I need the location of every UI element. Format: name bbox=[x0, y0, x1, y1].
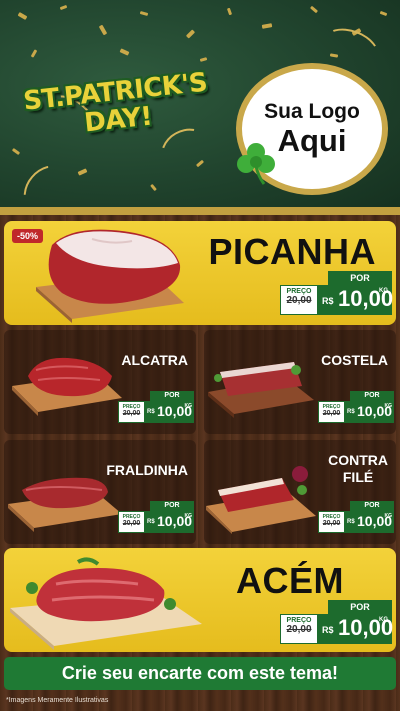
confetti bbox=[199, 57, 208, 62]
price-tag: POR PREÇO 20,00 R$ 10,00 KG bbox=[318, 501, 394, 535]
confetti bbox=[17, 12, 28, 20]
product-card-acem[interactable]: ACÉM POR PREÇO 20,00 R$ 10,00 KG bbox=[4, 548, 396, 652]
price-tag: POR PREÇO 20,00 R$ 10,00 KG bbox=[118, 391, 194, 425]
new-price-box: R$ 10,00 KG bbox=[318, 614, 393, 644]
logo-line1: Sua Logo bbox=[264, 100, 360, 123]
por-label: POR bbox=[350, 391, 394, 401]
confetti bbox=[98, 24, 108, 36]
confetti bbox=[30, 49, 38, 58]
new-price-box: R$ 10,00 KG bbox=[345, 401, 394, 423]
old-price: 20,00 bbox=[122, 410, 141, 417]
confetti bbox=[150, 183, 157, 192]
new-price-box: R$ 10,00 KG bbox=[145, 401, 194, 423]
old-price: 20,00 bbox=[322, 410, 341, 417]
currency: R$ bbox=[347, 519, 355, 525]
unit-label: KG bbox=[184, 513, 193, 519]
product-card-alcatra[interactable]: ALCATRA POR PREÇO 20,00 R$ 10,00 KG bbox=[4, 330, 196, 434]
product-name: COSTELA bbox=[321, 352, 388, 368]
currency: R$ bbox=[347, 409, 355, 415]
confetti bbox=[379, 10, 388, 17]
divider bbox=[0, 207, 400, 215]
unit-label: KG bbox=[379, 288, 388, 294]
costela-image bbox=[208, 362, 314, 418]
unit-label: KG bbox=[384, 403, 393, 409]
header-banner: ST.PATRICK'S DAY! Sua Logo Aqui bbox=[0, 0, 400, 213]
unit-label: KG bbox=[184, 403, 193, 409]
confetti bbox=[185, 29, 196, 39]
product-card-contra-file[interactable]: CONTRA FILÉ POR PREÇO 20,00 R$ 10,00 KG bbox=[204, 440, 396, 544]
shamrock-icon bbox=[237, 143, 275, 185]
confetti bbox=[226, 7, 233, 16]
old-price: 20,00 bbox=[286, 295, 312, 306]
old-price: 20,00 bbox=[286, 624, 312, 635]
confetti bbox=[309, 5, 319, 14]
price-tag: POR PREÇO 20,00 R$ 10,00 KG bbox=[118, 501, 194, 535]
confetti bbox=[59, 4, 68, 11]
preco-label: PREÇO bbox=[286, 617, 312, 624]
preco-label: PREÇO bbox=[286, 288, 312, 295]
unit-label: KG bbox=[384, 513, 393, 519]
currency: R$ bbox=[322, 625, 334, 635]
old-price: 20,00 bbox=[322, 520, 341, 527]
new-price-box: R$ 10,00 KG bbox=[145, 511, 194, 533]
currency: R$ bbox=[147, 519, 155, 525]
product-name-line2: FILÉ bbox=[342, 469, 374, 485]
por-label: POR bbox=[328, 600, 392, 614]
confetti bbox=[119, 48, 130, 56]
confetti bbox=[139, 11, 149, 16]
product-name: ALCATRA bbox=[121, 352, 188, 368]
picanha-image bbox=[36, 229, 184, 323]
currency: R$ bbox=[147, 409, 155, 415]
create-flyer-button[interactable]: Crie seu encarte com este tema! bbox=[4, 657, 396, 690]
product-name: PICANHA bbox=[208, 231, 376, 272]
old-price-box: PREÇO 20,00 bbox=[280, 614, 318, 644]
currency: R$ bbox=[322, 296, 334, 306]
por-label: POR bbox=[150, 391, 194, 401]
old-price-box: PREÇO 20,00 bbox=[318, 401, 345, 423]
old-price: 20,00 bbox=[122, 520, 141, 527]
old-price-box: PREÇO 20,00 bbox=[318, 511, 345, 533]
price-tag: POR PREÇO 20,00 R$ 10,00 KG bbox=[318, 391, 394, 425]
product-name: FRALDINHA bbox=[106, 462, 188, 478]
confetti bbox=[77, 168, 88, 176]
product-name-line1: CONTRA bbox=[328, 452, 388, 468]
alcatra-image bbox=[12, 357, 122, 416]
por-label: POR bbox=[350, 501, 394, 511]
new-price-box: R$ 10,00 KG bbox=[318, 285, 393, 315]
por-label: POR bbox=[328, 271, 392, 285]
old-price-box: PREÇO 20,00 bbox=[118, 511, 145, 533]
product-name: CONTRA FILÉ bbox=[328, 452, 388, 486]
por-label: POR bbox=[150, 501, 194, 511]
new-price-box: R$ 10,00 KG bbox=[345, 511, 394, 533]
product-card-picanha[interactable]: -50% PICANHA POR PREÇO 20,00 R$ 10,00 KG bbox=[4, 221, 396, 325]
disclaimer-text: *Imagens Meramente Ilustrativas bbox=[6, 697, 109, 704]
contra-file-image bbox=[206, 466, 316, 534]
price-tag: POR PREÇO 20,00 R$ 10,00 KG bbox=[280, 271, 393, 317]
unit-label: KG bbox=[379, 617, 388, 623]
acem-image bbox=[10, 557, 202, 650]
old-price-box: PREÇO 20,00 bbox=[118, 401, 145, 423]
old-price-box: PREÇO 20,00 bbox=[280, 285, 318, 315]
product-card-fraldinha[interactable]: FRALDINHA POR PREÇO 20,00 R$ 10,00 KG bbox=[4, 440, 196, 544]
product-name: ACÉM bbox=[236, 560, 344, 601]
logo-line2: Aqui bbox=[277, 123, 347, 158]
product-card-costela[interactable]: COSTELA POR PREÇO 20,00 R$ 10,00 KG bbox=[204, 330, 396, 434]
confetti bbox=[261, 23, 273, 29]
price-tag: POR PREÇO 20,00 R$ 10,00 KG bbox=[280, 600, 393, 646]
